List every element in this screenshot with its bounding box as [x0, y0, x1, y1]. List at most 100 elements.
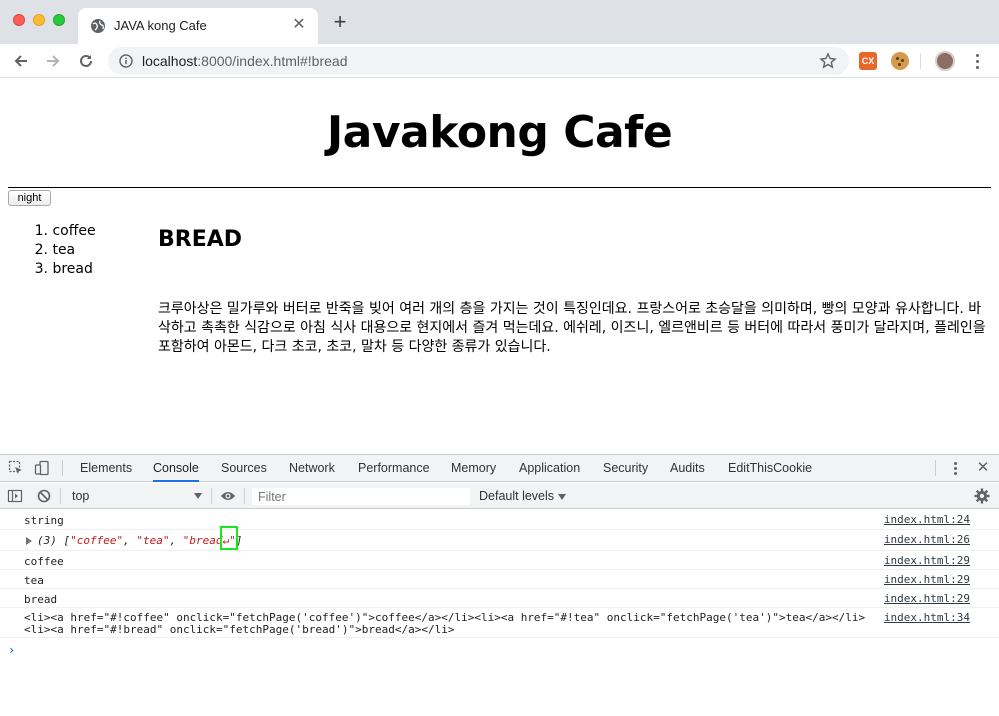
menu-list: 1. coffee 2. tea 3. bread — [34, 222, 96, 279]
log-source-link[interactable]: index.html:29 — [884, 573, 970, 586]
tab-editthiscookie[interactable]: EditThisCookie — [728, 455, 812, 482]
devtools-panel: Elements Console Sources Network Perform… — [0, 454, 999, 716]
forward-button[interactable] — [42, 50, 64, 72]
back-button[interactable] — [10, 50, 32, 72]
toolbar-divider — [920, 53, 921, 69]
star-icon[interactable] — [819, 52, 837, 70]
tab-memory[interactable]: Memory — [451, 455, 496, 482]
tab-sources[interactable]: Sources — [221, 455, 267, 482]
console-log-row: coffee index.html:29 — [0, 551, 999, 570]
device-toolbar-icon[interactable] — [34, 460, 50, 476]
eye-icon[interactable] — [220, 488, 236, 504]
tab-console[interactable]: Console — [153, 455, 199, 482]
clear-console-icon[interactable] — [36, 488, 52, 504]
array-separator: , — [169, 534, 183, 547]
newline-highlight: ↵" — [220, 526, 239, 550]
devtools-separator — [62, 460, 63, 476]
tab-strip: JAVA kong Cafe ✕ + — [0, 0, 999, 44]
url-host: localhost — [142, 53, 198, 69]
devtools-tab-bar: Elements Console Sources Network Perform… — [0, 455, 999, 482]
log-levels-label: Default levels — [479, 489, 555, 503]
globe-icon — [91, 19, 105, 33]
console-log-row: <li><a href="#!coffee" onclick="fetchPag… — [0, 608, 999, 638]
dropdown-arrow-icon — [194, 493, 202, 499]
array-separator: , — [123, 534, 137, 547]
array-item-string: "bread — [182, 534, 223, 547]
devtools-menu-icon[interactable] — [947, 460, 963, 476]
menu-item-number: 3. — [34, 261, 48, 277]
log-message: tea — [24, 574, 44, 587]
log-source-link[interactable]: index.html:29 — [884, 554, 970, 567]
log-array-expander[interactable]: (3) ["coffee", "tea", "bread↵"] — [26, 526, 242, 550]
url-path: :8000/index.html#!bread — [197, 53, 348, 69]
reload-icon — [80, 54, 92, 67]
content-title: BREAD — [158, 227, 243, 252]
menu-item-number: 2. — [34, 242, 48, 258]
array-item-string: "tea" — [136, 534, 170, 547]
browser-toolbar: localhost:8000/index.html#!bread CX — [0, 44, 999, 78]
reload-button[interactable] — [75, 50, 97, 72]
tab-performance[interactable]: Performance — [358, 455, 430, 482]
console-log-row: string index.html:24 — [0, 510, 999, 530]
devtools-separator — [211, 488, 212, 504]
info-icon[interactable] — [119, 54, 133, 68]
devtools-separator — [60, 488, 61, 504]
log-levels-dropdown[interactable]: Default levels — [479, 486, 567, 506]
cookie-icon[interactable] — [891, 52, 909, 70]
context-value: top — [72, 489, 90, 503]
array-prefix: (3) [ — [37, 534, 71, 547]
browser-tab[interactable]: JAVA kong Cafe ✕ — [78, 8, 318, 44]
inspect-element-icon[interactable] — [8, 460, 24, 476]
menu-link-bread[interactable]: bread — [52, 261, 92, 277]
divider — [8, 187, 991, 188]
close-devtools-icon[interactable]: ✕ — [975, 459, 991, 477]
tab-title: JAVA kong Cafe — [114, 18, 207, 33]
console-filter-input[interactable] — [251, 487, 471, 506]
tab-security[interactable]: Security — [603, 455, 648, 482]
arrow-left-icon — [14, 55, 27, 67]
console-prompt[interactable]: › — [8, 643, 15, 657]
console-output: string index.html:24 (3) ["coffee", "tea… — [0, 510, 999, 657]
site-title: Javakong Cafe — [326, 107, 673, 158]
menu-link-tea[interactable]: tea — [52, 242, 75, 258]
close-tab-icon[interactable]: ✕ — [290, 16, 308, 34]
tab-network[interactable]: Network — [289, 455, 335, 482]
night-mode-button[interactable]: night — [8, 190, 51, 206]
expand-triangle-icon[interactable] — [26, 537, 32, 545]
arrow-right-icon — [47, 55, 60, 67]
minimize-window-button[interactable] — [33, 14, 45, 26]
new-tab-button[interactable]: + — [330, 11, 350, 33]
close-window-button[interactable] — [13, 14, 25, 26]
tab-application[interactable]: Application — [519, 455, 580, 482]
log-source-link[interactable]: index.html:26 — [884, 533, 970, 546]
web-page: Javakong Cafe night 1. coffee 2. tea 3. … — [0, 79, 999, 454]
log-message: string — [24, 514, 64, 527]
zoom-window-button[interactable] — [53, 14, 65, 26]
context-selector[interactable]: top — [64, 486, 206, 506]
log-message: coffee — [24, 555, 64, 568]
array-item-string: "coffee" — [70, 534, 124, 547]
tab-elements[interactable]: Elements — [80, 455, 132, 482]
log-source-link[interactable]: index.html:34 — [884, 611, 970, 624]
menu-link-coffee[interactable]: coffee — [52, 223, 95, 239]
browser-menu-icon[interactable] — [967, 50, 987, 72]
url-text: localhost:8000/index.html#!bread — [142, 53, 347, 69]
menu-item-number: 1. — [34, 223, 48, 239]
profile-avatar[interactable] — [935, 51, 955, 71]
gear-icon[interactable] — [974, 488, 990, 504]
sidebar-toggle-icon[interactable] — [7, 488, 23, 504]
tab-audits[interactable]: Audits — [670, 455, 705, 482]
menu-item-bread: 3. bread — [34, 260, 96, 279]
log-source-link[interactable]: index.html:29 — [884, 592, 970, 605]
menu-item-tea: 2. tea — [34, 241, 96, 260]
console-toolbar: top Default levels — [0, 483, 999, 509]
log-message: bread — [24, 593, 58, 606]
address-bar[interactable]: localhost:8000/index.html#!bread — [108, 47, 849, 75]
devtools-separator — [244, 488, 245, 504]
extension-cx-icon[interactable]: CX — [859, 52, 877, 70]
log-source-link[interactable]: index.html:24 — [884, 513, 970, 526]
devtools-separator — [935, 460, 936, 476]
highlight-box — [220, 526, 239, 550]
log-message: <li><a href="#!bread" onclick="fetchPage… — [24, 623, 455, 636]
dropdown-arrow-icon — [558, 493, 567, 500]
